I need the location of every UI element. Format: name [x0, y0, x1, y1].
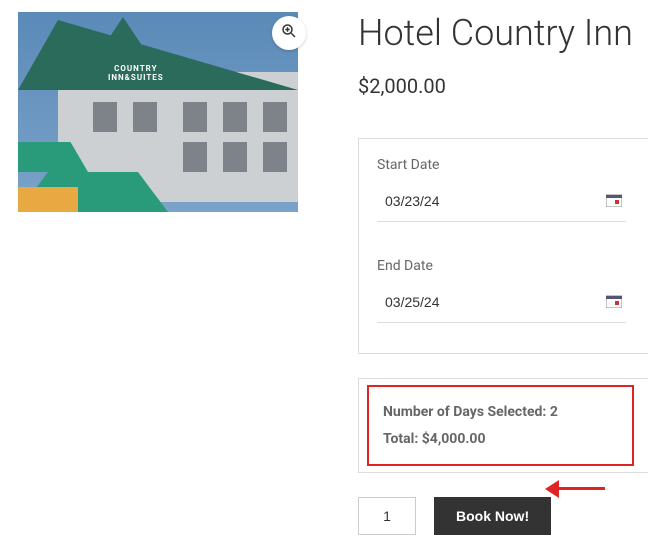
hotel-sign: COUNTRYINN&SUITES	[108, 64, 164, 82]
days-selected: Number of Days Selected: 2	[383, 399, 624, 426]
zoom-button[interactable]	[272, 16, 306, 50]
product-price: $2,000.00	[358, 74, 648, 98]
magnify-icon	[280, 22, 298, 45]
product-title: Hotel Country Inn	[358, 12, 648, 54]
calendar-icon[interactable]	[606, 192, 626, 211]
start-date-input[interactable]	[377, 183, 606, 219]
quantity-input[interactable]	[358, 497, 416, 535]
annotation-arrow	[555, 487, 605, 490]
calendar-icon[interactable]	[606, 293, 626, 312]
start-date-label: Start Date	[377, 157, 626, 173]
booking-form: Start Date End Date	[358, 138, 648, 354]
book-now-button[interactable]: Book Now!	[434, 497, 551, 535]
end-date-input[interactable]	[377, 284, 606, 320]
total-price: Total: $4,000.00	[383, 426, 624, 453]
booking-summary: Number of Days Selected: 2 Total: $4,000…	[358, 378, 648, 473]
end-date-label: End Date	[377, 258, 626, 274]
product-image[interactable]: COUNTRYINN&SUITES	[18, 12, 298, 212]
